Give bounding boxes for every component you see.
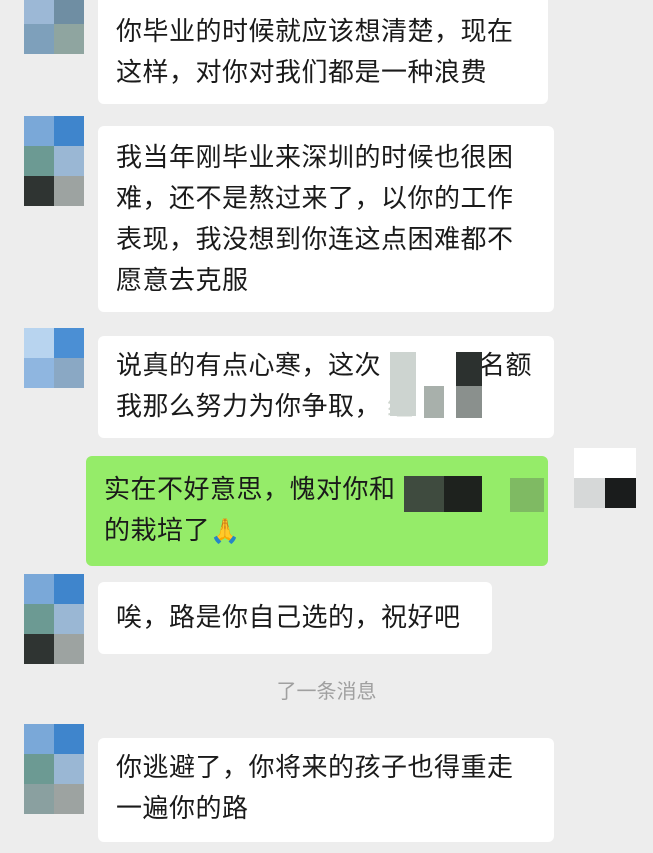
system-notice: 了一条消息 [276, 679, 377, 703]
message-bubble: 我当年刚毕业来深圳的时候也很困 难，还不是熬过来了，以你的工作 表现，我没想到你… [98, 126, 554, 312]
message-bubble: 说真的有点心寒，这次名额 我那么努力为你争取，组 [98, 336, 554, 438]
redaction-blur [456, 352, 482, 386]
message-text: 你毕业的时候就应该想清楚，现在 [116, 17, 514, 47]
clasped-hands-icon: 🙏 [210, 517, 241, 545]
avatar[interactable] [24, 116, 84, 206]
message-text: 愿意去克服 [116, 266, 249, 296]
redaction-blur [510, 478, 544, 512]
message-bubble: 你逃避了，你将来的孩子也得重走 一遍你的路 [98, 738, 554, 842]
message-text: 唉，路是你自己选的，祝好吧 [116, 603, 461, 633]
avatar[interactable] [24, 724, 84, 814]
redaction-blur [390, 352, 416, 416]
redaction-blur [404, 476, 444, 512]
message-text: 难，还不是熬过来了，以你的工作 [116, 184, 514, 214]
avatar[interactable] [24, 328, 84, 388]
message-bubble: 你毕业的时候就应该想清楚，现在 这样，对你对我们都是一种浪费 [98, 0, 548, 104]
redaction-blur [456, 386, 482, 418]
redaction-blur [444, 476, 482, 512]
avatar[interactable] [24, 574, 84, 664]
avatar[interactable] [24, 0, 84, 54]
message-text: 这样，对你对我们都是一种浪费 [116, 58, 488, 88]
message-text: 我当年刚毕业来深圳的时候也很困 [116, 143, 514, 173]
message-bubble: 唉，路是你自己选的，祝好吧 [98, 582, 492, 654]
redaction-blur [424, 386, 444, 418]
message-text: 表现，我没想到你连这点困难都不 [116, 225, 514, 255]
message-text: 的栽培了🙏 [104, 516, 241, 546]
message-text: 你逃避了，你将来的孩子也得重走 [116, 753, 514, 783]
message-text: 一遍你的路 [116, 794, 249, 824]
avatar-self[interactable] [574, 448, 636, 508]
